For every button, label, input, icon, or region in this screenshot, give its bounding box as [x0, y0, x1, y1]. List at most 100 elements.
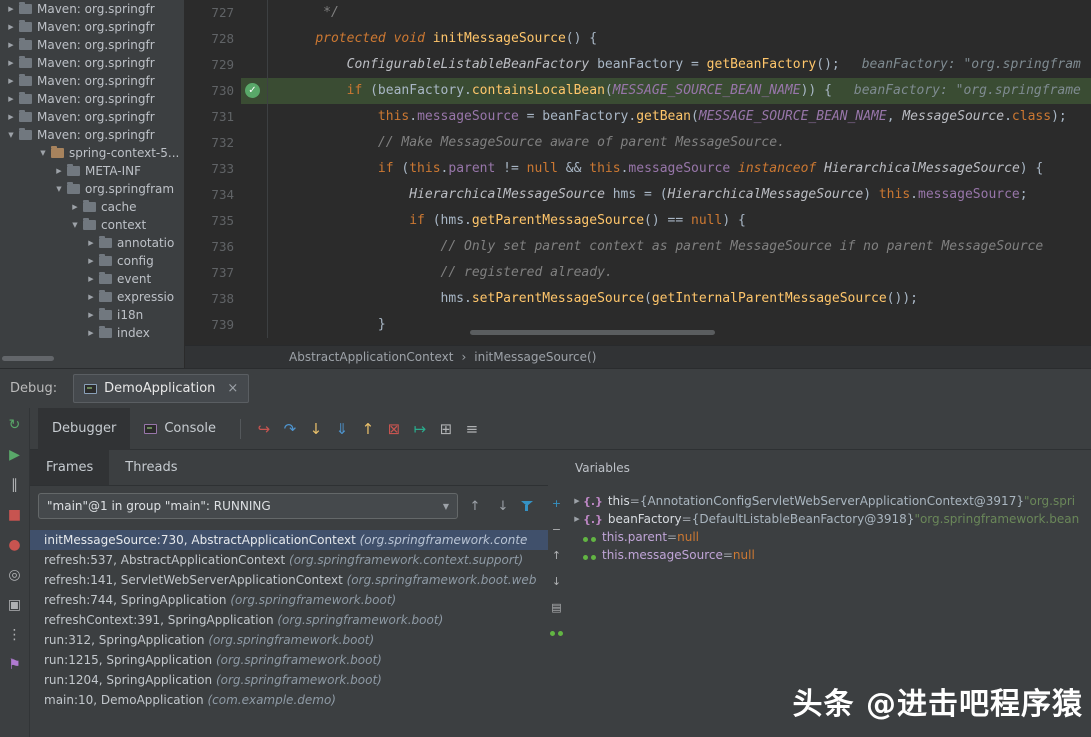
- gutter[interactable]: [241, 130, 268, 156]
- tab-console[interactable]: Console: [130, 408, 230, 450]
- tree-item[interactable]: ▶i18n: [0, 306, 184, 324]
- mute-breakpoints-icon[interactable]: ◎: [5, 565, 25, 585]
- code-line-736[interactable]: 736 // Only set parent context as parent…: [185, 234, 1091, 260]
- stack-frame-row[interactable]: refresh:141, ServletWebServerApplication…: [30, 570, 548, 590]
- gutter[interactable]: [241, 156, 268, 182]
- line-number[interactable]: 736: [185, 234, 241, 260]
- code-line-730[interactable]: 730✓ if (beanFactory.containsLocalBean(M…: [185, 78, 1091, 104]
- tab-threads[interactable]: Threads: [109, 450, 193, 485]
- gutter[interactable]: [241, 234, 268, 260]
- tree-item[interactable]: ▶event: [0, 270, 184, 288]
- next-frame-icon[interactable]: ↓: [492, 499, 514, 514]
- variable-row[interactable]: ▶{.}beanFactory = {DefaultListableBeanFa…: [565, 510, 1091, 528]
- chevron-right-icon[interactable]: ▶: [84, 311, 98, 319]
- line-number[interactable]: 733: [185, 156, 241, 182]
- chevron-right-icon[interactable]: ▶: [4, 113, 18, 121]
- code-line-727[interactable]: 727 */: [185, 0, 1091, 26]
- collapse-icon[interactable]: −: [549, 522, 565, 538]
- code-line-728[interactable]: 728 protected void initMessageSource() {: [185, 26, 1091, 52]
- tab-frames[interactable]: Frames: [30, 450, 109, 485]
- line-number[interactable]: 739: [185, 312, 241, 338]
- line-number[interactable]: 730: [185, 78, 241, 104]
- scroll-up-icon[interactable]: ↑: [549, 548, 565, 564]
- pause-icon[interactable]: ∥: [5, 475, 25, 495]
- tab-debugger[interactable]: Debugger: [38, 408, 130, 450]
- close-icon[interactable]: ×: [227, 381, 238, 396]
- chevron-right-icon[interactable]: ▶: [84, 329, 98, 337]
- show-execution-point-icon[interactable]: ↪: [251, 420, 277, 438]
- stack-frame-row[interactable]: run:1204, SpringApplication (org.springf…: [30, 670, 548, 690]
- thread-selector[interactable]: "main"@1 in group "main": RUNNING ▼: [38, 493, 458, 519]
- tree-item[interactable]: ▶Maven: org.springfr: [0, 54, 184, 72]
- force-step-into-icon[interactable]: ⇓: [329, 420, 355, 438]
- stack-frame-row[interactable]: initMessageSource:730, AbstractApplicati…: [30, 530, 548, 550]
- code-line-733[interactable]: 733 if (this.parent != null && this.mess…: [185, 156, 1091, 182]
- code-line-734[interactable]: 734 HierarchicalMessageSource hms = (Hie…: [185, 182, 1091, 208]
- gutter[interactable]: [241, 286, 268, 312]
- code-line-738[interactable]: 738 hms.setParentMessageSource(getIntern…: [185, 286, 1091, 312]
- stack-frame-row[interactable]: run:1215, SpringApplication (org.springf…: [30, 650, 548, 670]
- step-over-icon[interactable]: ↷: [277, 420, 303, 438]
- tree-item[interactable]: ▶Maven: org.springfr: [0, 18, 184, 36]
- tree-item[interactable]: ▶index: [0, 324, 184, 342]
- line-number[interactable]: 732: [185, 130, 241, 156]
- more-options-icon[interactable]: ⋮: [5, 625, 25, 645]
- chevron-right-icon[interactable]: ▶: [571, 515, 583, 523]
- breakpoint-verified-icon[interactable]: ✓: [245, 83, 260, 98]
- tree-scrollbar-thumb[interactable]: [2, 356, 54, 361]
- drop-frame-icon[interactable]: ⊠: [381, 420, 407, 438]
- stack-frame-row[interactable]: refresh:537, AbstractApplicationContext …: [30, 550, 548, 570]
- tree-item[interactable]: ▶Maven: org.springfr: [0, 0, 184, 18]
- gutter[interactable]: ✓: [241, 78, 268, 104]
- chevron-right-icon[interactable]: ▶: [84, 257, 98, 265]
- stack-frame-row[interactable]: refresh:744, SpringApplication (org.spri…: [30, 590, 548, 610]
- pin-icon[interactable]: ⚑: [5, 655, 25, 675]
- line-number[interactable]: 738: [185, 286, 241, 312]
- view-breakpoints-icon[interactable]: ●: [5, 535, 25, 555]
- tree-item[interactable]: ▶Maven: org.springfr: [0, 36, 184, 54]
- tree-item[interactable]: ▼org.springfram: [0, 180, 184, 198]
- chevron-down-icon[interactable]: ▼: [36, 149, 50, 157]
- variable-row[interactable]: ▶{.}this = {AnnotationConfigServletWebSe…: [565, 492, 1091, 510]
- chevron-down-icon[interactable]: ▼: [52, 185, 66, 193]
- code-line-731[interactable]: 731 this.messageSource = beanFactory.get…: [185, 104, 1091, 130]
- scroll-down-icon[interactable]: ↓: [549, 574, 565, 590]
- watch-row[interactable]: this.messageSource = null: [565, 546, 1091, 564]
- run-to-cursor-icon[interactable]: ↦: [407, 420, 433, 438]
- gutter[interactable]: [241, 26, 268, 52]
- watch-row[interactable]: this.parent = null: [565, 528, 1091, 546]
- tree-item[interactable]: ▶Maven: org.springfr: [0, 72, 184, 90]
- line-number[interactable]: 729: [185, 52, 241, 78]
- stack-frame-row[interactable]: main:10, DemoApplication (com.example.de…: [30, 690, 548, 710]
- editor-hscrollbar-thumb[interactable]: [470, 330, 715, 335]
- tree-item[interactable]: ▼context: [0, 216, 184, 234]
- step-out-icon[interactable]: ↑: [355, 420, 381, 438]
- gutter[interactable]: [241, 312, 268, 338]
- gutter[interactable]: [241, 52, 268, 78]
- filter-frames-icon[interactable]: [520, 499, 534, 513]
- stack-frame-row[interactable]: run:312, SpringApplication (org.springfr…: [30, 630, 548, 650]
- chevron-right-icon[interactable]: ▶: [4, 59, 18, 67]
- chevron-down-icon[interactable]: ▼: [68, 221, 82, 229]
- evaluate-expression-icon[interactable]: ⊞: [433, 420, 459, 438]
- gutter[interactable]: [241, 0, 268, 26]
- chevron-right-icon[interactable]: ▶: [68, 203, 82, 211]
- chevron-right-icon[interactable]: ▶: [52, 167, 66, 175]
- breadcrumb-method[interactable]: initMessageSource(): [474, 350, 596, 364]
- code-line-737[interactable]: 737 // registered already.: [185, 260, 1091, 286]
- rerun-icon[interactable]: ↻: [5, 415, 25, 435]
- line-number[interactable]: 737: [185, 260, 241, 286]
- tree-item[interactable]: ▶config: [0, 252, 184, 270]
- code-line-729[interactable]: 729 ConfigurableListableBeanFactory bean…: [185, 52, 1091, 78]
- line-number[interactable]: 728: [185, 26, 241, 52]
- gutter[interactable]: [241, 104, 268, 130]
- step-into-icon[interactable]: ↓: [303, 420, 329, 438]
- tree-item[interactable]: ▶META-INF: [0, 162, 184, 180]
- chevron-right-icon[interactable]: ▶: [84, 239, 98, 247]
- chevron-right-icon[interactable]: ▶: [4, 95, 18, 103]
- chevron-right-icon[interactable]: ▶: [4, 41, 18, 49]
- code-line-732[interactable]: 732 // Make MessageSource aware of paren…: [185, 130, 1091, 156]
- chevron-right-icon[interactable]: ▶: [84, 293, 98, 301]
- tree-item[interactable]: ▶cache: [0, 198, 184, 216]
- tab-demo-application[interactable]: DemoApplication ×: [73, 374, 249, 403]
